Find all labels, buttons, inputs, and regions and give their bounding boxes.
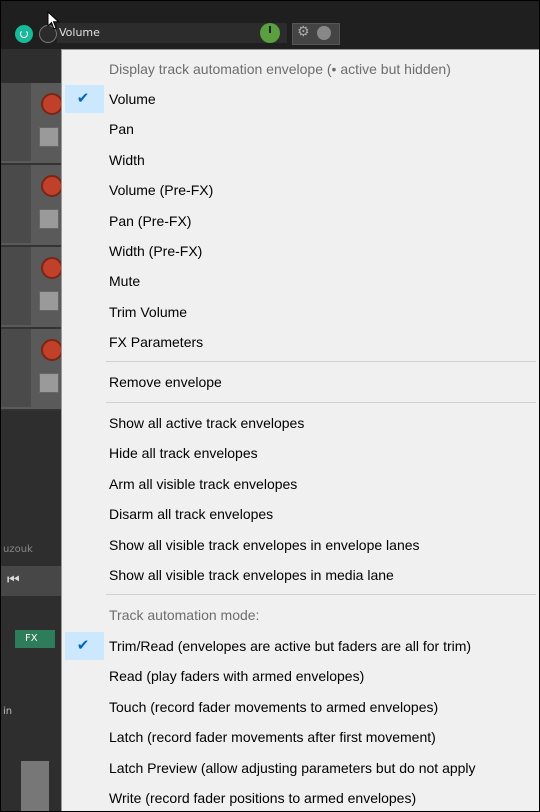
menu-item-label: Pan: [109, 121, 134, 137]
menu-item-label: Width (Pre-FX): [109, 243, 203, 259]
menu-item-label: Latch (record fader movements after firs…: [109, 729, 436, 745]
envelope-volume-knob[interactable]: [260, 23, 280, 43]
check-icon: ✔: [76, 637, 90, 654]
menu-separator: [106, 594, 536, 595]
envelope-settings-button[interactable]: ⚙: [292, 23, 340, 45]
menu-item-label: Trim Volume: [109, 304, 188, 320]
gear-icon: ⚙: [297, 24, 310, 40]
menu-item-label: Width: [109, 152, 145, 168]
record-arm-icon[interactable]: [41, 93, 63, 115]
menu-item-label: Show all visible track envelopes in medi…: [109, 567, 394, 583]
menu-item-show-all-active[interactable]: Show all active track envelopes: [62, 408, 539, 438]
envelope-icon[interactable]: [39, 291, 59, 311]
menu-item-arm-all-visible[interactable]: Arm all visible track envelopes: [62, 469, 539, 499]
menu-item-label: Pan (Pre-FX): [109, 213, 192, 229]
menu-item-mode-touch[interactable]: Touch (record fader movements to armed e…: [62, 692, 539, 722]
mouse-cursor-icon: [47, 11, 60, 30]
menu-item-disarm-all[interactable]: Disarm all track envelopes: [62, 499, 539, 529]
record-arm-icon[interactable]: [41, 339, 63, 361]
menu-separator: [106, 361, 536, 362]
menu-item-label: Write (record fader positions to armed e…: [109, 790, 417, 806]
menu-item-mode-latch-preview[interactable]: Latch Preview (allow adjusting parameter…: [62, 753, 539, 783]
track-row[interactable]: [1, 165, 63, 247]
menu-item-remove-envelope[interactable]: Remove envelope: [62, 367, 539, 397]
menu-item-label: Show all active track envelopes: [109, 415, 305, 431]
record-arm-icon[interactable]: [41, 257, 63, 279]
menu-item-mode-latch[interactable]: Latch (record fader movements after firs…: [62, 722, 539, 752]
transport-bar: ⏮: [1, 566, 61, 596]
menu-item-label: Volume: [109, 91, 156, 107]
menu-item-label: Latch Preview (allow adjusting parameter…: [109, 760, 476, 776]
menu-item-mode-trim-read[interactable]: ✔ Trim/Read (envelopes are active but fa…: [62, 631, 539, 661]
envelope-icon[interactable]: [39, 209, 59, 229]
envelope-context-menu: Display track automation envelope (• act…: [61, 49, 539, 811]
menu-item-label: Volume (Pre-FX): [109, 182, 214, 198]
track-row[interactable]: [1, 247, 63, 329]
track-color-strip: [1, 329, 31, 407]
menu-item-pan-pre-fx[interactable]: Pan (Pre-FX): [62, 206, 539, 236]
menu-item-mode-write[interactable]: Write (record fader positions to armed e…: [62, 783, 539, 811]
envelope-name: Volume: [59, 26, 100, 39]
menu-item-mute[interactable]: Mute: [62, 266, 539, 296]
menu-item-mode-read[interactable]: Read (play faders with armed envelopes): [62, 661, 539, 691]
envelope-icon[interactable]: [39, 127, 59, 147]
fader[interactable]: [21, 761, 49, 811]
fx-button[interactable]: FX: [15, 630, 55, 648]
envelope-bypass-button[interactable]: [15, 25, 33, 43]
menu-header-display-envelope: Display track automation envelope (• act…: [109, 61, 451, 77]
menu-header-automation-mode: Track automation mode:: [109, 607, 260, 623]
menu-item-trim-volume[interactable]: Trim Volume: [62, 297, 539, 327]
menu-item-label: Show all visible track envelopes in enve…: [109, 537, 420, 553]
check-icon: ✔: [76, 90, 90, 107]
menu-item-label: Hide all track envelopes: [109, 445, 258, 461]
track-color-strip: [1, 247, 31, 325]
chevron-down-icon: [317, 26, 331, 40]
record-arm-icon[interactable]: [41, 175, 63, 197]
menu-item-label: Arm all visible track envelopes: [109, 476, 298, 492]
envelope-icon[interactable]: [39, 373, 59, 393]
track-row[interactable]: [1, 83, 63, 165]
menu-item-label: Trim/Read (envelopes are active but fade…: [109, 638, 472, 654]
menu-item-label: Disarm all track envelopes: [109, 506, 274, 522]
menu-item-pan[interactable]: Pan: [62, 114, 539, 144]
menu-separator: [106, 402, 536, 403]
menu-item-label: Mute: [109, 273, 141, 289]
menu-item-label: Touch (record fader movements to armed e…: [109, 699, 439, 715]
track-color-strip: [1, 165, 31, 243]
menu-item-width[interactable]: Width: [62, 145, 539, 175]
menu-item-fx-parameters[interactable]: FX Parameters: [62, 327, 539, 357]
menu-item-show-in-media-lane[interactable]: Show all visible track envelopes in medi…: [62, 560, 539, 590]
skip-back-icon[interactable]: ⏮: [7, 572, 20, 588]
menu-item-show-in-lanes[interactable]: Show all visible track envelopes in enve…: [62, 530, 539, 560]
envelope-panel-header: Volume ⚙: [1, 1, 539, 49]
menu-item-label: FX Parameters: [109, 334, 204, 350]
track-name-label: uzouk: [3, 544, 33, 555]
track-color-strip: [1, 83, 31, 161]
menu-item-label: Remove envelope: [109, 374, 222, 390]
menu-item-volume[interactable]: ✔ Volume: [62, 84, 539, 114]
menu-item-label: Read (play faders with armed envelopes): [109, 668, 365, 684]
track-row[interactable]: [1, 329, 63, 411]
menu-item-width-pre-fx[interactable]: Width (Pre-FX): [62, 236, 539, 266]
input-label: in: [3, 706, 13, 717]
menu-item-volume-pre-fx[interactable]: Volume (Pre-FX): [62, 175, 539, 205]
reaper-window: Volume ⚙ uzouk ⏮ FX in Display track aut…: [0, 0, 540, 812]
menu-item-hide-all[interactable]: Hide all track envelopes: [62, 438, 539, 468]
